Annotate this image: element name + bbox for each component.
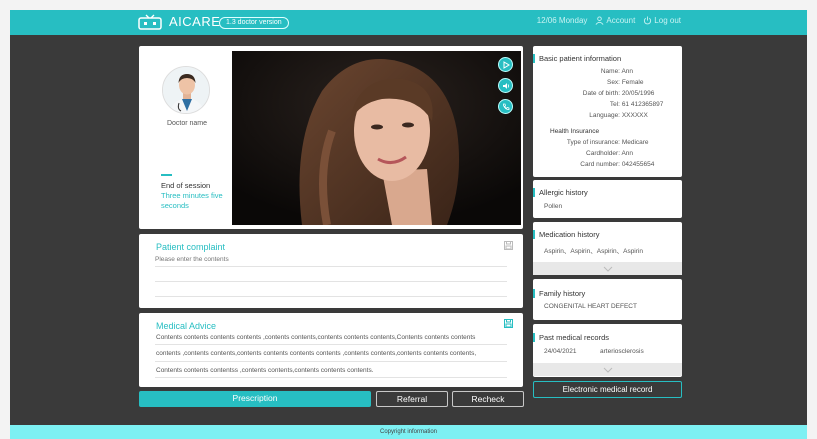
video-play-button[interactable] (498, 57, 513, 72)
medication-history-panel: Medication history Aspirin、Aspirin、Aspir… (533, 222, 682, 275)
doctor-avatar-image (163, 67, 209, 113)
basic-info-panel: Basic patient information Name: Ann Sex:… (533, 46, 682, 177)
phone-icon (502, 103, 509, 110)
past-records-panel: Past medical records 24/04/2021 arterios… (533, 324, 682, 377)
power-icon (644, 16, 652, 25)
session-time-remaining: Three minutes five seconds (161, 191, 223, 210)
prescription-button[interactable]: Prescription (139, 391, 371, 407)
medication-title: Medication history (539, 230, 600, 239)
footer: Copyright information (10, 425, 807, 439)
advice-line (155, 344, 507, 345)
video-hangup-button[interactable] (498, 99, 513, 114)
section-marker (533, 289, 535, 298)
family-history-panel: Family history CONGENITAL HEART DEFECT (533, 279, 682, 320)
top-bar: AICARE 1.3 doctor version 12/06 Monday A… (10, 10, 807, 35)
app-window: AICARE 1.3 doctor version 12/06 Monday A… (10, 10, 807, 439)
doctor-name: Doctor name (166, 120, 208, 127)
account-link[interactable]: Account (595, 16, 635, 25)
chevron-down-icon (603, 266, 612, 272)
advice-line (155, 377, 507, 378)
past-records-expand-button[interactable] (533, 363, 682, 376)
allergic-title: Allergic history (539, 188, 588, 197)
complaint-title: Patient complaint (156, 242, 226, 252)
video-panel: Doctor name End of session Three minutes… (139, 46, 523, 229)
recheck-button[interactable]: Recheck (452, 391, 524, 407)
insurance-title: Health Insurance (550, 128, 600, 135)
advice-text-line[interactable]: contents ,contents contents,contents con… (156, 350, 509, 357)
patient-complaint-panel: Patient complaint (139, 234, 523, 308)
patient-video-image (232, 51, 521, 225)
advice-line (155, 361, 507, 362)
play-icon (503, 60, 510, 69)
speaker-icon (502, 82, 509, 89)
tv-logo-icon (138, 14, 162, 30)
session-end-label: End of session (161, 181, 211, 190)
logout-label: Log out (654, 16, 681, 25)
logout-link[interactable]: Log out (643, 16, 681, 25)
complaint-input[interactable] (155, 254, 507, 265)
section-marker (533, 230, 535, 239)
section-marker (533, 188, 535, 197)
doctor-avatar (162, 66, 210, 114)
basic-info-title: Basic patient information (539, 54, 622, 63)
info-row-dob: Date of birth: 20/05/1996 (582, 90, 655, 97)
record-diagnosis[interactable]: arteriosclerosis (600, 348, 644, 355)
info-row-sex: Sex: Female (606, 79, 644, 86)
past-records-title: Past medical records (539, 333, 610, 342)
advice-text-line[interactable]: Contents contents contentss ,contents co… (156, 367, 509, 374)
referral-button[interactable]: Referral (376, 391, 448, 407)
section-marker (533, 333, 535, 342)
info-row-tel: Tel: 61 412365897 (609, 101, 664, 108)
advice-title: Medical Advice (156, 321, 217, 331)
medical-advice-panel: Medical Advice Contents contents content… (139, 313, 523, 387)
info-row-language: Language: XXXXXX (589, 112, 648, 119)
medication-expand-button[interactable] (533, 262, 682, 275)
complaint-line (155, 296, 507, 297)
info-row-card-number: Card number: 042455654 (580, 161, 655, 168)
medication-text: Aspirin、Aspirin、Aspirin、Aspirin (544, 248, 643, 255)
account-label: Account (606, 16, 636, 25)
info-row-insurance-type: Type of insurance: Medicare (566, 139, 649, 146)
allergic-text: Pollen (544, 203, 563, 210)
family-title: Family history (539, 289, 586, 298)
version-badge: 1.3 doctor version (219, 17, 289, 29)
section-marker (533, 54, 535, 63)
brand-name: AICARE (169, 14, 221, 29)
family-text: CONGENITAL HEART DEFECT (544, 303, 637, 310)
save-icon[interactable] (504, 241, 513, 250)
chevron-down-icon (603, 367, 612, 373)
electronic-medical-record-button[interactable]: Electronic medical record (533, 381, 682, 398)
advice-text-line[interactable]: Contents contents contents contents ,con… (156, 334, 509, 341)
info-row-cardholder: Cardholder: Ann (586, 150, 634, 157)
video-mute-button[interactable] (498, 78, 513, 93)
patient-video-feed (232, 51, 521, 225)
info-row-name: Name: Ann (600, 68, 634, 75)
header-date: 12/06 Monday (536, 16, 588, 25)
record-date[interactable]: 24/04/2021 (544, 348, 577, 355)
complaint-line (155, 266, 507, 267)
user-icon (595, 16, 604, 25)
session-divider (161, 174, 172, 176)
allergic-history-panel: Allergic history Pollen (533, 180, 682, 218)
complaint-line (155, 281, 507, 282)
save-icon[interactable] (504, 319, 513, 328)
